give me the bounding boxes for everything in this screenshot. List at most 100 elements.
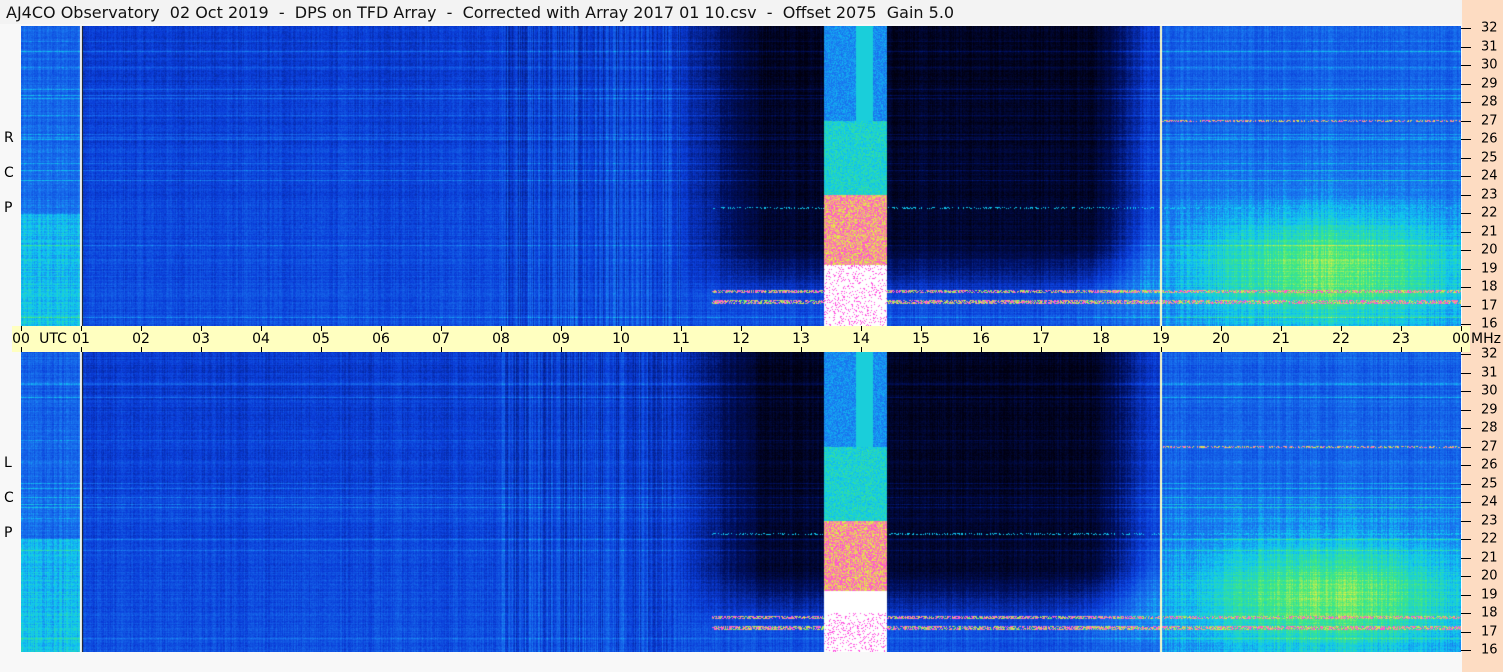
x-tick xyxy=(441,326,442,331)
y-tick xyxy=(1461,631,1471,633)
x-tick xyxy=(381,326,382,331)
x-tick-label: 06 xyxy=(372,331,390,347)
x-tick-label: 17 xyxy=(1032,331,1050,347)
x-tick xyxy=(561,347,562,352)
x-tick xyxy=(441,347,442,352)
y-tick-label: 22 xyxy=(1481,205,1498,221)
y-tick xyxy=(1461,372,1471,374)
x-tick-label: 00 xyxy=(1452,331,1470,347)
y-tick xyxy=(1461,391,1471,392)
y-tick xyxy=(1461,83,1471,85)
x-tick xyxy=(1161,326,1162,331)
x-tick xyxy=(621,347,622,352)
y-tick xyxy=(1461,120,1471,122)
y-tick xyxy=(1461,613,1471,614)
y-tick xyxy=(1461,354,1471,355)
x-tick-label: 09 xyxy=(552,331,570,347)
y-tick-label: 18 xyxy=(1481,605,1498,621)
rcp-spectrogram xyxy=(21,26,1461,326)
x-tick-label: 00 xyxy=(12,331,30,347)
x-tick-label: 23 xyxy=(1392,331,1410,347)
y-tick-label: 21 xyxy=(1481,224,1498,239)
x-tick xyxy=(321,326,322,331)
y-tick-label: 20 xyxy=(1481,568,1498,584)
x-tick-label: 13 xyxy=(792,331,810,347)
y-tick-label: 20 xyxy=(1481,242,1498,258)
x-tick-label: 16 xyxy=(972,331,990,347)
x-tick-label: 07 xyxy=(432,331,450,347)
x-tick-label: 20 xyxy=(1212,331,1230,347)
y-tick-label: 17 xyxy=(1481,624,1498,639)
x-tick-label: 12 xyxy=(732,331,750,347)
y-tick-label: 17 xyxy=(1481,298,1498,313)
x-tick xyxy=(1281,347,1282,352)
y-tick xyxy=(1461,176,1471,177)
y-tick xyxy=(1461,28,1471,29)
x-tick xyxy=(861,326,862,331)
x-tick xyxy=(1161,347,1162,352)
x-tick xyxy=(741,347,742,352)
y-tick-label: 29 xyxy=(1481,402,1498,417)
y-tick-label: 16 xyxy=(1481,642,1498,658)
x-tick xyxy=(141,347,142,352)
x-tick-label: 10 xyxy=(612,331,630,347)
y-tick-label: 32 xyxy=(1481,20,1498,36)
x-tick xyxy=(1461,347,1462,352)
x-tick-label: 15 xyxy=(912,331,930,347)
x-tick-label: 04 xyxy=(252,331,270,347)
polarization-label-lcp: C xyxy=(4,490,14,506)
x-tick xyxy=(1101,347,1102,352)
x-tick-label: 02 xyxy=(132,331,150,347)
x-tick xyxy=(381,347,382,352)
polarization-label-rcp: R xyxy=(4,130,14,146)
y-tick-label: 22 xyxy=(1481,531,1498,547)
x-tick xyxy=(861,347,862,352)
x-tick xyxy=(681,326,682,331)
y-tick-label: 32 xyxy=(1481,346,1498,362)
y-tick xyxy=(1461,446,1471,448)
polarization-label-lcp: L xyxy=(4,455,12,471)
x-tick xyxy=(81,347,82,352)
y-tick-label: 19 xyxy=(1481,587,1498,602)
x-tick xyxy=(21,347,22,352)
x-tick xyxy=(501,347,502,352)
y-tick-label: 16 xyxy=(1481,316,1498,332)
y-tick xyxy=(1461,502,1471,503)
x-tick xyxy=(501,326,502,331)
x-tick xyxy=(1281,326,1282,331)
y-tick-label: 27 xyxy=(1481,113,1498,128)
y-tick xyxy=(1461,557,1471,559)
y-tick-label: 30 xyxy=(1481,57,1498,73)
y-tick xyxy=(1461,231,1471,233)
x-tick xyxy=(741,326,742,331)
y-tick xyxy=(1461,465,1471,466)
y-tick xyxy=(1461,157,1471,159)
y-tick xyxy=(1461,46,1471,48)
x-tick xyxy=(201,326,202,331)
y-tick xyxy=(1461,213,1471,214)
x-tick xyxy=(261,326,262,331)
y-tick-label: 19 xyxy=(1481,261,1498,276)
x-tick xyxy=(201,347,202,352)
y-tick xyxy=(1461,250,1471,251)
y-tick xyxy=(1461,268,1471,270)
y-tick-label: 28 xyxy=(1481,420,1498,436)
y-tick xyxy=(1461,409,1471,411)
y-tick-label: 23 xyxy=(1481,187,1498,202)
x-tick xyxy=(21,326,22,331)
y-tick xyxy=(1461,139,1471,140)
x-tick xyxy=(621,326,622,331)
x-tick-label: 08 xyxy=(492,331,510,347)
chart-title: AJ4CO Observatory 02 Oct 2019 - DPS on T… xyxy=(6,3,955,22)
x-tick-label: 21 xyxy=(1272,331,1290,347)
x-tick xyxy=(981,347,982,352)
utc-label: UTC xyxy=(39,331,67,347)
x-tick-label: 11 xyxy=(672,331,690,347)
y-tick-label: 24 xyxy=(1481,494,1498,510)
x-tick-label: 05 xyxy=(312,331,330,347)
utc-time-axis: 00 01 02 03 04 05 06 07 08 09 10 11 12 13 14 15 16 17 18 19… xyxy=(12,326,1470,352)
x-tick xyxy=(1221,347,1222,352)
y-tick xyxy=(1461,428,1471,429)
lcp-spectrogram xyxy=(21,352,1461,652)
y-tick xyxy=(1461,539,1471,540)
